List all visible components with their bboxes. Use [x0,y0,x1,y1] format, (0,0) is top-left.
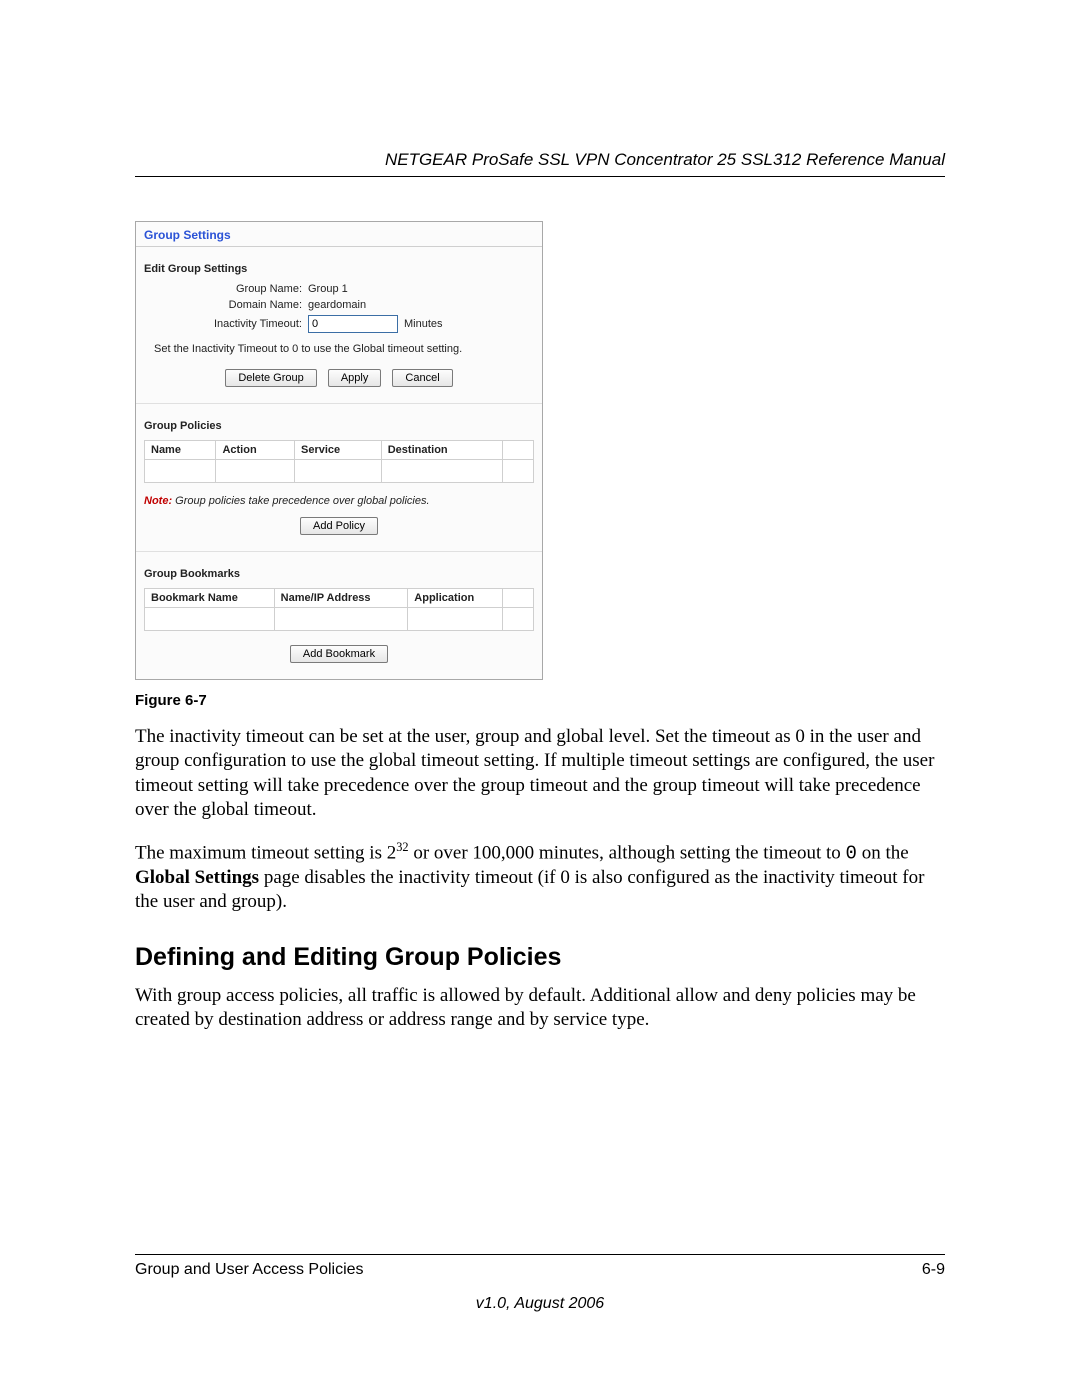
page-header: NETGEAR ProSafe SSL VPN Concentrator 25 … [135,150,945,177]
col-spacer [503,441,534,460]
section-heading: Defining and Editing Group Policies [135,943,945,972]
apply-button[interactable]: Apply [328,369,382,387]
inactivity-timeout-input[interactable] [308,315,398,333]
paragraph-policies-intro: With group access policies, all traffic … [135,984,945,1033]
text-fragment: or over 100,000 minutes, although settin… [409,843,846,864]
col-action: Action [216,441,295,460]
note-label: Note: [144,495,172,507]
text-fragment: on the [857,843,909,864]
superscript: 32 [396,840,408,854]
group-bookmarks-heading: Group Bookmarks [144,568,534,580]
col-name: Name [145,441,216,460]
add-bookmark-button[interactable]: Add Bookmark [290,645,388,663]
col-service: Service [295,441,382,460]
group-policies-heading: Group Policies [144,420,534,432]
page-footer: Group and User Access Policies 6-9 v1.0,… [135,1254,945,1313]
text-fragment: The maximum timeout setting is 2 [135,843,396,864]
col-name-ip: Name/IP Address [274,589,408,608]
mono-zero: 0 [846,843,857,865]
paragraph-max-timeout: The maximum timeout setting is 232 or ov… [135,840,945,914]
footer-page-number: 6-9 [922,1261,945,1279]
col-application: Application [408,589,503,608]
col-bookmark-name: Bookmark Name [145,589,275,608]
group-settings-panel: Group Settings Edit Group Settings Group… [135,221,543,680]
paragraph-timeout-levels: The inactivity timeout can be set at the… [135,725,945,822]
timeout-hint: Set the Inactivity Timeout to 0 to use t… [154,343,534,355]
group-policies-table: Name Action Service Destination [144,440,534,483]
group-name-value: Group 1 [308,283,348,295]
inactivity-timeout-label: Inactivity Timeout: [144,318,308,330]
table-row [145,460,534,483]
col-destination: Destination [381,441,502,460]
delete-group-button[interactable]: Delete Group [225,369,316,387]
domain-name-value: geardomain [308,299,366,311]
panel-title: Group Settings [136,222,542,247]
note-text: Group policies take precedence over glob… [175,495,429,507]
group-name-label: Group Name: [144,283,308,295]
table-row [145,608,534,631]
policies-note: Note: Group policies take precedence ove… [144,495,534,507]
bold-global-settings: Global Settings [135,867,259,888]
cancel-button[interactable]: Cancel [392,369,452,387]
edit-group-settings-heading: Edit Group Settings [144,263,534,275]
group-bookmarks-table: Bookmark Name Name/IP Address Applicatio… [144,588,534,631]
inactivity-timeout-unit: Minutes [404,318,443,330]
add-policy-button[interactable]: Add Policy [300,517,378,535]
domain-name-label: Domain Name: [144,299,308,311]
figure-caption: Figure 6-7 [135,692,945,709]
footer-section-title: Group and User Access Policies [135,1261,364,1279]
footer-version: v1.0, August 2006 [135,1295,945,1313]
col-spacer [503,589,534,608]
